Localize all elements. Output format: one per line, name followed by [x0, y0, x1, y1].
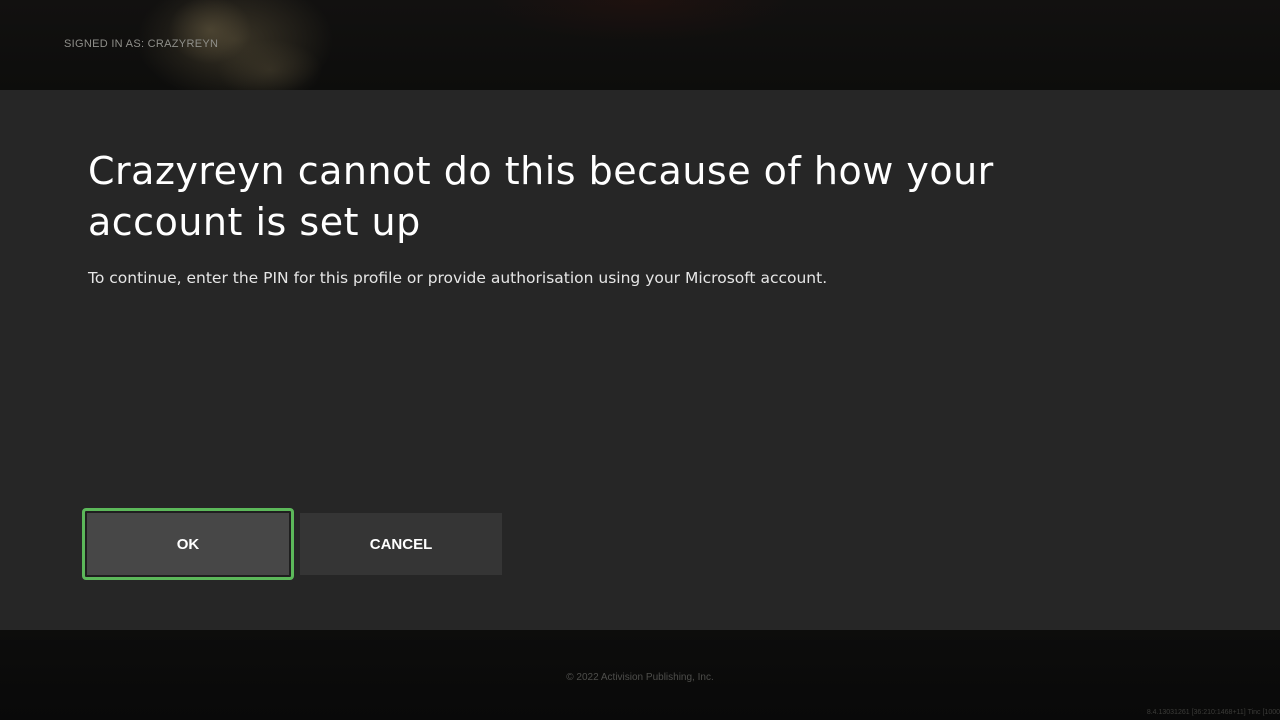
ok-button[interactable]: OK [82, 508, 294, 580]
screen: SIGNED IN AS: CRAZYREYN Crazyreyn cannot… [0, 0, 1280, 720]
dialog-title: Crazyreyn cannot do this because of how … [88, 149, 994, 244]
background-top: SIGNED IN AS: CRAZYREYN [0, 0, 1280, 90]
signed-in-label: SIGNED IN AS: CRAZYREYN [64, 38, 219, 50]
ok-button-label: OK [176, 535, 200, 553]
cancel-button-label: CANCEL [369, 535, 433, 553]
dialog-message: To continue, enter the PIN for this prof… [88, 269, 828, 287]
account-restriction-dialog: Crazyreyn cannot do this because of how … [0, 90, 1280, 630]
copyright-notice: © 2022 Activision Publishing, Inc. [566, 672, 714, 683]
build-version: 8.4.13031261 [36:210:1468+11] Tinc [1000 [1146, 709, 1280, 716]
cancel-button[interactable]: CANCEL [300, 513, 502, 575]
